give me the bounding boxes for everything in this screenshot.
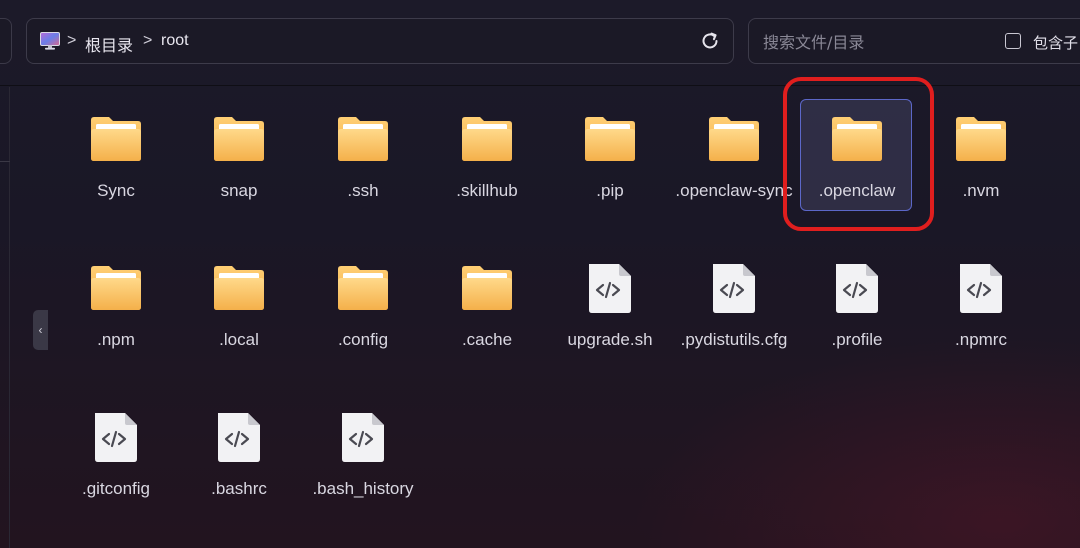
path-bar[interactable]: > 根目录 > root — [26, 18, 734, 64]
folder-icon — [956, 117, 1006, 161]
chevron-left-icon: ‹ — [38, 323, 43, 337]
folder-icon — [338, 117, 388, 161]
folder-icon — [585, 117, 635, 161]
file-name: .cache — [461, 330, 513, 349]
folder-item[interactable]: .local — [182, 248, 294, 360]
folder-icon — [462, 117, 512, 161]
file-name: .pip — [596, 181, 624, 200]
code-file-item[interactable]: .profile — [800, 248, 912, 360]
breadcrumb-separator: > — [67, 32, 77, 49]
breadcrumb-root-dir[interactable]: 根目录 — [85, 32, 133, 56]
code-file-item[interactable]: .pydistutils.cfg — [677, 248, 789, 360]
code-file-icon — [713, 264, 755, 313]
computer-icon — [40, 32, 60, 55]
file-name: .skillhub — [456, 181, 518, 200]
breadcrumb-root[interactable]: root — [161, 32, 189, 50]
search-box: 包含子目 — [748, 18, 1080, 64]
file-name: .profile — [831, 330, 883, 349]
folder-icon — [709, 117, 759, 161]
file-name: .bashrc — [211, 479, 267, 498]
folder-item[interactable]: snap — [182, 99, 294, 211]
file-name: .nvm — [962, 181, 1000, 200]
toolbar: > 根目录 > root 包含子目 — [0, 0, 1080, 86]
folder-item[interactable]: .nvm — [924, 99, 1036, 211]
search-input[interactable] — [763, 29, 993, 55]
include-subdirectories-checkbox[interactable] — [1005, 33, 1021, 49]
code-file-icon — [218, 413, 260, 462]
file-name: Sync — [97, 181, 135, 200]
folder-item[interactable]: .config — [306, 248, 418, 360]
include-subdirectories-label: 包含子目 — [1033, 34, 1080, 52]
folder-item[interactable]: .npm — [59, 248, 171, 360]
file-name: .ssh — [347, 181, 379, 200]
code-file-item[interactable]: .gitconfig — [59, 397, 171, 509]
code-file-item[interactable]: upgrade.sh — [553, 248, 665, 360]
breadcrumb-separator: > — [143, 32, 153, 49]
file-name: .bash_history — [312, 479, 414, 498]
folder-icon — [91, 266, 141, 310]
code-file-item[interactable]: .bashrc — [182, 397, 294, 509]
folder-item[interactable]: Sync — [59, 99, 171, 211]
file-name: .npm — [97, 330, 135, 349]
divider — [0, 161, 10, 162]
code-file-icon — [836, 264, 878, 313]
collapse-sidebar-button[interactable]: ‹ — [33, 310, 48, 350]
folder-icon — [214, 266, 264, 310]
file-name: .pydistutils.cfg — [680, 330, 788, 349]
folder-item[interactable]: .skillhub — [430, 99, 542, 211]
folder-icon — [338, 266, 388, 310]
code-file-icon — [960, 264, 1002, 313]
file-name: upgrade.sh — [567, 330, 653, 349]
folder-item[interactable]: .openclaw-sync — [675, 99, 793, 211]
folder-item[interactable]: .cache — [430, 248, 542, 360]
code-file-item[interactable]: .npmrc — [924, 248, 1036, 360]
file-name: .gitconfig — [81, 479, 151, 498]
folder-item[interactable]: .ssh — [306, 99, 418, 211]
back-button-stub[interactable] — [0, 18, 12, 64]
file-name: .openclaw-sync — [675, 181, 793, 200]
file-name: .local — [219, 330, 259, 349]
file-name: .npmrc — [955, 330, 1007, 349]
file-name: snap — [220, 181, 258, 200]
code-file-icon — [342, 413, 384, 462]
code-file-icon — [589, 264, 631, 313]
file-name: .config — [337, 330, 389, 349]
folder-item[interactable]: .pip — [553, 99, 665, 211]
sidebar-edge — [0, 87, 10, 548]
code-file-icon — [95, 413, 137, 462]
highlight-annotation-ring — [783, 77, 934, 231]
code-file-item[interactable]: .bash_history — [306, 397, 418, 509]
refresh-icon[interactable] — [699, 30, 721, 57]
folder-icon — [462, 266, 512, 310]
folder-icon — [214, 117, 264, 161]
folder-icon — [91, 117, 141, 161]
